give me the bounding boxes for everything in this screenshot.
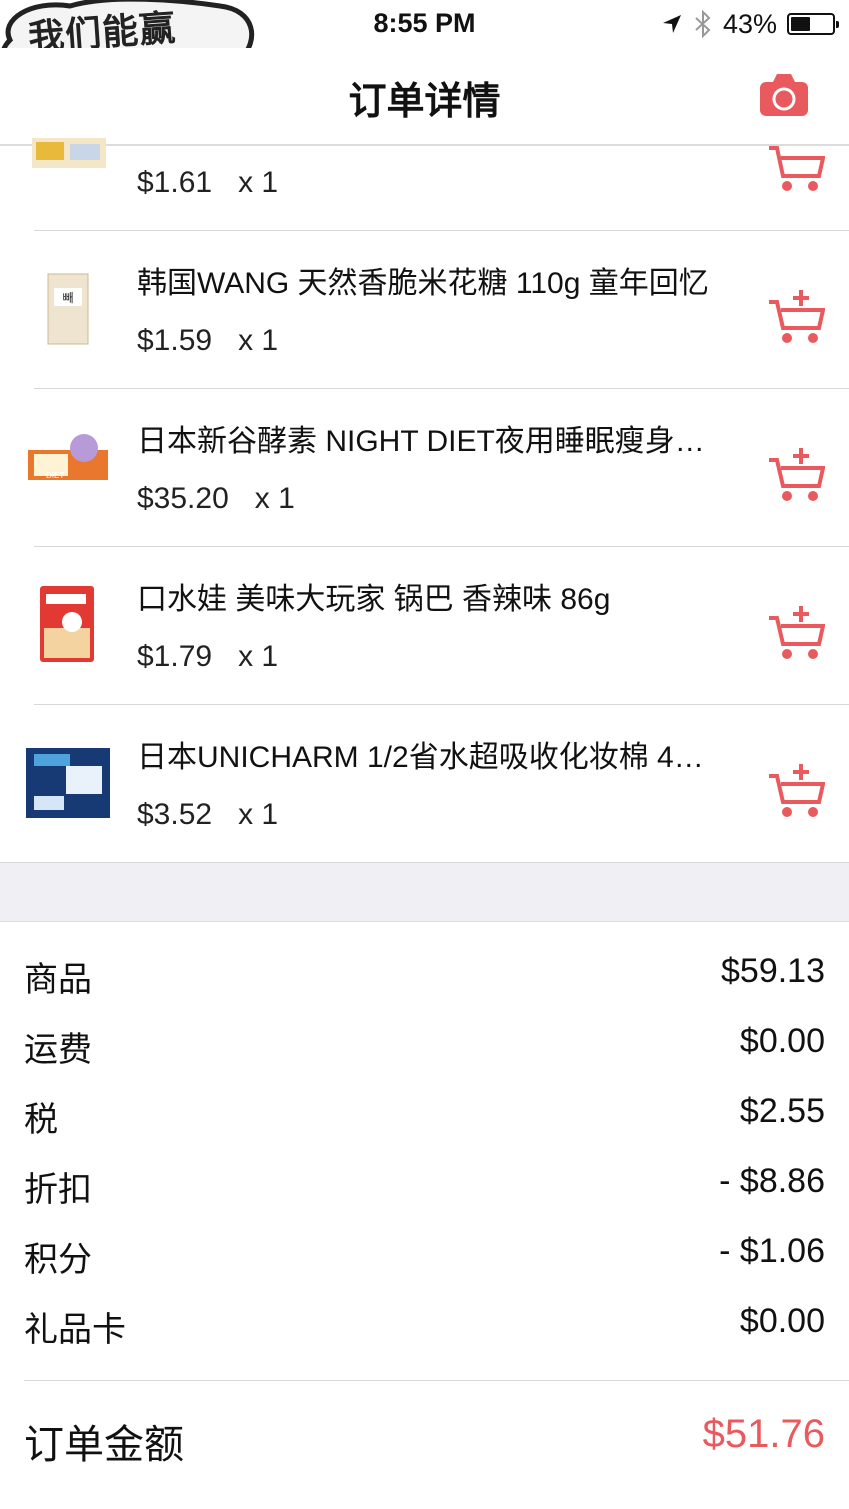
item-qty: x 1 bbox=[238, 324, 279, 357]
list-item[interactable]: DIET 日本新谷酵素 NIGHT DIET夜用睡眠瘦身… $35.20 x 1 bbox=[0, 388, 849, 546]
summary-value: $2.55 bbox=[739, 1092, 825, 1130]
bluetooth-icon bbox=[695, 10, 711, 38]
item-price: $1.61 bbox=[137, 166, 213, 199]
item-qty: x 1 bbox=[238, 166, 279, 199]
list-item[interactable]: 빼 韩国WANG 天然香脆米花糖 110g 童年回忆 $1.59 x 1 bbox=[0, 230, 849, 388]
item-name: 口水娃 美味大玩家 锅巴 香辣味 86g bbox=[137, 583, 611, 616]
section-separator bbox=[0, 863, 849, 922]
item-price: $35.20 bbox=[137, 482, 229, 515]
item-name: 韩国WANG 天然香脆米花糖 110g 童年回忆 bbox=[137, 267, 709, 300]
summary-row-shipping: 运费 $0.00 bbox=[0, 1010, 849, 1080]
order-total-label: 订单金额 bbox=[24, 1423, 184, 1467]
total-divider bbox=[24, 1380, 849, 1381]
item-qty: x 1 bbox=[238, 640, 279, 673]
item-price: $3.52 bbox=[137, 798, 213, 831]
summary-label: 运费 bbox=[24, 1031, 92, 1069]
list-item[interactable]: $1.61 x 1 bbox=[0, 138, 849, 230]
product-image bbox=[32, 138, 106, 168]
add-to-cart-icon[interactable] bbox=[767, 288, 825, 344]
summary-row-discount: 折扣 - $8.86 bbox=[0, 1150, 849, 1220]
order-summary: 商品 $59.13 运费 $0.00 税 $2.55 折扣 - $8.86 积分… bbox=[0, 940, 849, 1360]
svg-text:빼: 빼 bbox=[62, 291, 73, 305]
summary-label: 积分 bbox=[24, 1241, 92, 1279]
item-name: 日本UNICHARM 1/2省水超吸收化妆棉 4… bbox=[137, 741, 704, 774]
order-items-list: $1.61 x 1 빼 韩国WANG 天然香脆米花糖 110g 童年回忆 $1.5… bbox=[0, 138, 849, 862]
list-item[interactable]: 口水娃 美味大玩家 锅巴 香辣味 86g $1.79 x 1 bbox=[0, 546, 849, 704]
summary-label: 折扣 bbox=[24, 1171, 92, 1209]
summary-label: 商品 bbox=[24, 961, 92, 999]
status-right: 43% bbox=[661, 8, 839, 40]
item-name: 日本新谷酵素 NIGHT DIET夜用睡眠瘦身… bbox=[137, 425, 705, 458]
product-image bbox=[40, 586, 94, 662]
order-total-value: $51.76 bbox=[702, 1412, 825, 1456]
page-title: 订单详情 bbox=[348, 81, 501, 123]
item-price: $1.79 bbox=[137, 640, 213, 673]
summary-row-points: 积分 - $1.06 bbox=[0, 1220, 849, 1290]
add-to-cart-icon[interactable] bbox=[767, 604, 825, 660]
add-to-cart-icon[interactable] bbox=[767, 446, 825, 502]
summary-row-gift-card: 礼品卡 $0.00 bbox=[0, 1290, 849, 1360]
summary-value: $59.13 bbox=[721, 952, 825, 990]
summary-row-subtotal: 商品 $59.13 bbox=[0, 940, 849, 1010]
item-qty: x 1 bbox=[238, 798, 279, 831]
add-to-cart-icon[interactable] bbox=[767, 762, 825, 818]
product-image bbox=[26, 748, 110, 818]
product-image: DIET bbox=[28, 434, 108, 480]
summary-value: $0.00 bbox=[739, 1302, 825, 1340]
summary-value: - $8.86 bbox=[719, 1162, 825, 1200]
battery-percent: 43% bbox=[722, 8, 777, 39]
camera-icon[interactable] bbox=[759, 72, 809, 118]
summary-label: 礼品卡 bbox=[24, 1311, 126, 1349]
product-image: 빼 bbox=[47, 273, 89, 345]
svg-text:DIET: DIET bbox=[46, 471, 64, 480]
nav-bar: 订单详情 bbox=[0, 48, 849, 146]
summary-row-tax: 税 $2.55 bbox=[0, 1080, 849, 1150]
item-price: $1.59 bbox=[137, 324, 213, 357]
location-arrow-icon bbox=[662, 15, 681, 33]
battery-icon bbox=[787, 13, 839, 35]
list-item[interactable]: 日本UNICHARM 1/2省水超吸收化妆棉 4… $3.52 x 1 bbox=[0, 704, 849, 862]
summary-label: 税 bbox=[24, 1101, 58, 1139]
add-to-cart-icon[interactable] bbox=[767, 140, 825, 196]
summary-value: $0.00 bbox=[739, 1022, 825, 1060]
item-qty: x 1 bbox=[254, 482, 295, 515]
summary-value: - $1.06 bbox=[719, 1232, 825, 1270]
